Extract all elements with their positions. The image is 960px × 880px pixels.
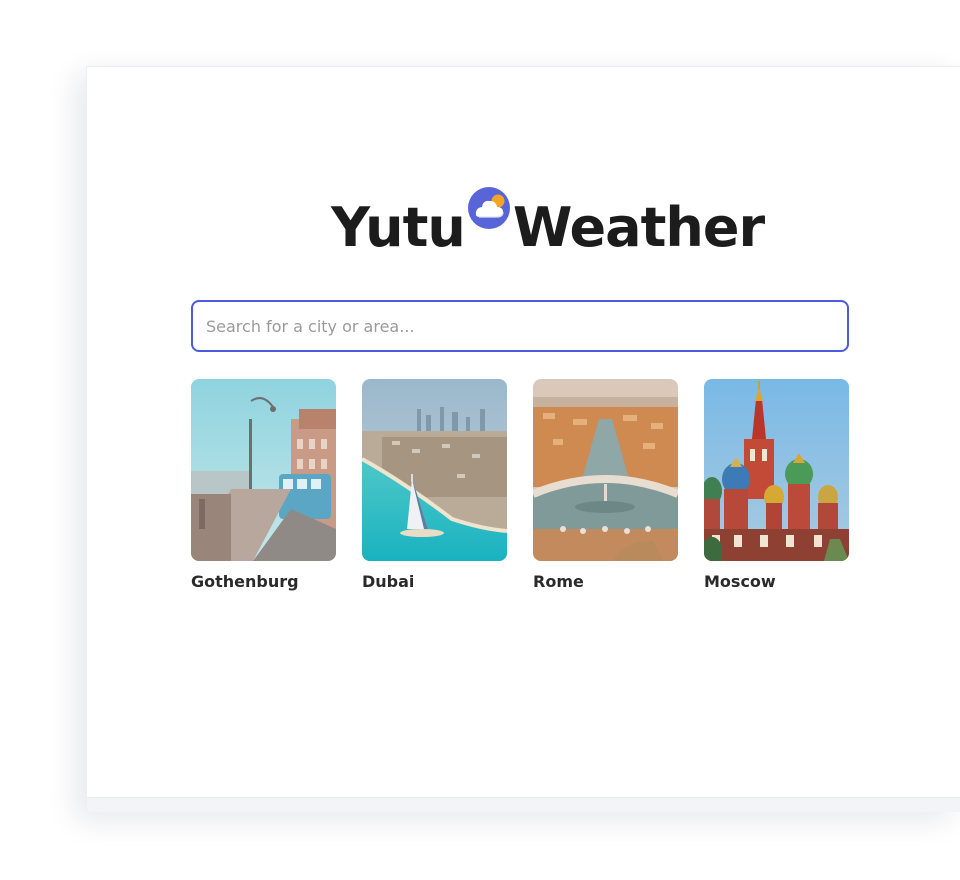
gothenburg-image[interactable] (191, 379, 336, 561)
city-card-gothenburg[interactable]: Gothenburg (191, 379, 336, 591)
city-card-dubai[interactable]: Dubai (362, 379, 507, 591)
city-card-moscow[interactable]: Moscow (704, 379, 849, 591)
app-window: Yutu Weather Search for a city or area..… (86, 66, 960, 812)
city-name-dubai: Dubai (362, 572, 415, 591)
window-bottom-bar (87, 797, 960, 812)
cloud-sun-icon (467, 185, 511, 229)
city-name-gothenburg: Gothenburg (191, 572, 299, 591)
app-logo: Yutu Weather (331, 185, 765, 259)
search-input[interactable] (193, 302, 847, 350)
city-card-rome[interactable]: Rome (533, 379, 678, 591)
city-list: Gothenburg Dubai Rome Moscow (191, 379, 851, 591)
city-name-rome: Rome (533, 572, 584, 591)
logo-text-yutu: Yutu (331, 196, 466, 259)
dubai-image[interactable] (362, 379, 507, 561)
rome-image[interactable] (533, 379, 678, 561)
search-box (191, 300, 849, 352)
logo-text-weather: Weather (512, 196, 765, 259)
city-name-moscow: Moscow (704, 572, 776, 591)
moscow-image[interactable] (704, 379, 849, 561)
